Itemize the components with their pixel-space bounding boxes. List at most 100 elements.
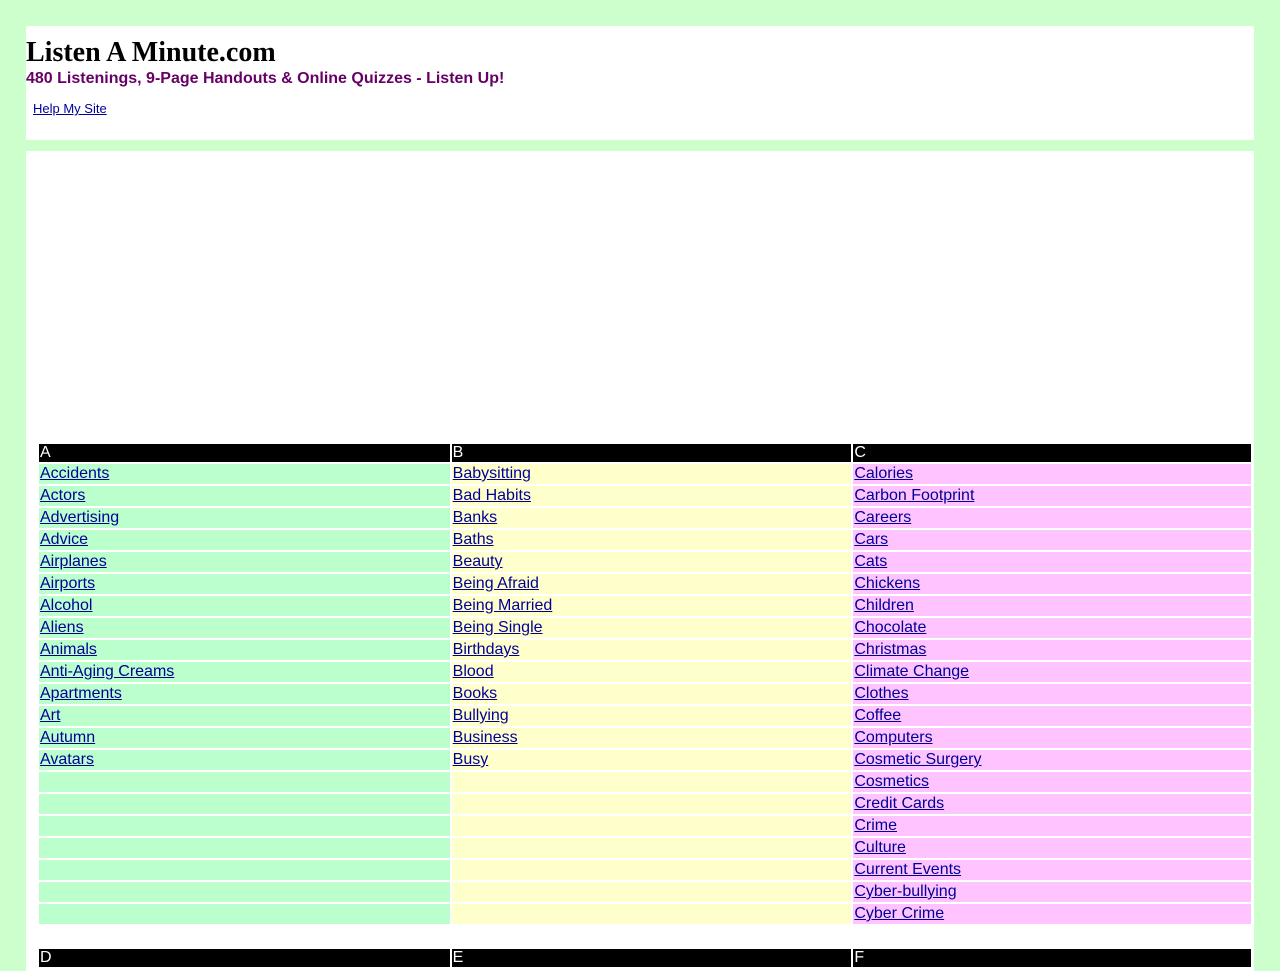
topic-link[interactable]: Avatars <box>40 751 94 768</box>
topic-cell <box>39 904 450 924</box>
topic-link[interactable]: Anti-Aging Creams <box>40 663 174 680</box>
topic-cell <box>39 882 450 902</box>
topic-link[interactable]: Art <box>40 707 60 724</box>
topic-link[interactable]: Actors <box>40 487 85 504</box>
topic-link[interactable]: Cosmetic Surgery <box>854 751 981 768</box>
topic-cell: Computers <box>853 728 1251 748</box>
topic-cell: Aliens <box>39 618 450 638</box>
topic-link[interactable]: Advertising <box>40 509 119 526</box>
topic-link[interactable]: Airplanes <box>40 553 107 570</box>
topic-cell: Advice <box>39 530 450 550</box>
letter-header-row: A B C <box>39 444 1251 462</box>
topic-link[interactable]: Baths <box>453 531 494 548</box>
topic-row: Anti-Aging Creams Blood Climate Change <box>39 662 1251 682</box>
topic-cell <box>39 816 450 836</box>
topic-link[interactable]: Cyber-bullying <box>854 883 956 900</box>
topic-cell: Anti-Aging Creams <box>39 662 450 682</box>
topic-row: Actors Bad Habits Carbon Footprint <box>39 486 1251 506</box>
topic-row: Autumn Business Computers <box>39 728 1251 748</box>
topic-link[interactable]: Animals <box>40 641 97 658</box>
topic-cell <box>451 816 852 836</box>
topic-link[interactable]: Chocolate <box>854 619 926 636</box>
topic-cell: Advertising <box>39 508 450 528</box>
topic-row: Animals Birthdays Christmas <box>39 640 1251 660</box>
topic-link[interactable]: Being Married <box>453 597 553 614</box>
topic-link[interactable]: Accidents <box>40 465 109 482</box>
topic-link[interactable]: Cyber Crime <box>854 905 944 922</box>
letter-header-e: E <box>451 949 852 967</box>
topic-cell: Alcohol <box>39 596 450 616</box>
topic-link[interactable]: Children <box>854 597 914 614</box>
letter-header-d: D <box>39 949 450 967</box>
topic-link[interactable]: Current Events <box>854 861 961 878</box>
topic-link[interactable]: Being Afraid <box>453 575 539 592</box>
topic-link[interactable]: Alcohol <box>40 597 92 614</box>
topic-link[interactable]: Beauty <box>453 553 503 570</box>
topic-cell: Beauty <box>451 552 852 572</box>
topic-row: Advice Baths Cars <box>39 530 1251 550</box>
topic-cell: Animals <box>39 640 450 660</box>
topic-cell: Autumn <box>39 728 450 748</box>
topic-link[interactable]: Aliens <box>40 619 84 636</box>
topic-link[interactable]: Airports <box>40 575 95 592</box>
topic-cell: Cyber-bullying <box>853 882 1251 902</box>
topic-cell: Art <box>39 706 450 726</box>
topic-link[interactable]: Careers <box>854 509 911 526</box>
topic-link[interactable]: Blood <box>453 663 494 680</box>
ad-space <box>26 151 1254 441</box>
topic-link[interactable]: Clothes <box>854 685 908 702</box>
topic-row: Alcohol Being Married Children <box>39 596 1251 616</box>
letter-header-f: F <box>853 949 1251 967</box>
topic-link[interactable]: Being Single <box>453 619 543 636</box>
letter-header-c: C <box>853 444 1251 462</box>
topic-cell: Actors <box>39 486 450 506</box>
topic-link[interactable]: Calories <box>854 465 913 482</box>
topic-cell: Being Single <box>451 618 852 638</box>
topic-cell: Busy <box>451 750 852 770</box>
topic-link[interactable]: Busy <box>453 751 489 768</box>
topic-link[interactable]: Cosmetics <box>854 773 929 790</box>
topic-link[interactable]: Business <box>453 729 518 746</box>
topic-link[interactable]: Chickens <box>854 575 920 592</box>
topic-cell: Credit Cards <box>853 794 1251 814</box>
topic-link[interactable]: Babysitting <box>453 465 531 482</box>
topic-link[interactable]: Climate Change <box>854 663 969 680</box>
topic-link[interactable]: Computers <box>854 729 932 746</box>
topic-cell: Cats <box>853 552 1251 572</box>
topics-table-abc: A B C Accidents Babysitting Calories Actors… <box>37 442 1253 926</box>
topic-cell <box>451 904 852 924</box>
topic-link[interactable]: Credit Cards <box>854 795 944 812</box>
topic-cell <box>39 794 450 814</box>
topic-link[interactable]: Christmas <box>854 641 926 658</box>
topic-link[interactable]: Bullying <box>453 707 509 724</box>
topic-link[interactable]: Carbon Footprint <box>854 487 974 504</box>
topic-link[interactable]: Advice <box>40 531 88 548</box>
topic-cell: Cars <box>853 530 1251 550</box>
topic-cell <box>39 772 450 792</box>
topic-link[interactable]: Cats <box>854 553 887 570</box>
topic-cell: Coffee <box>853 706 1251 726</box>
topic-row: Aliens Being Single Chocolate <box>39 618 1251 638</box>
topic-link[interactable]: Cars <box>854 531 888 548</box>
topic-cell <box>39 860 450 880</box>
topic-link[interactable]: Books <box>453 685 497 702</box>
topics-body: Accidents Babysitting Calories Actors Bad Ha… <box>39 464 1251 924</box>
topic-cell <box>451 772 852 792</box>
topic-link[interactable]: Apartments <box>40 685 122 702</box>
topic-cell: Cosmetic Surgery <box>853 750 1251 770</box>
topic-link[interactable]: Autumn <box>40 729 95 746</box>
topic-row: Accidents Babysitting Calories <box>39 464 1251 484</box>
site-tagline: 480 Listenings, 9-Page Handouts & Online… <box>26 70 505 87</box>
topic-cell: Avatars <box>39 750 450 770</box>
topic-row: Credit Cards <box>39 794 1251 814</box>
topic-link[interactable]: Crime <box>854 817 897 834</box>
topic-cell: Bullying <box>451 706 852 726</box>
topic-link[interactable]: Culture <box>854 839 906 856</box>
site-title: Listen A Minute.com <box>26 37 276 68</box>
help-my-site-link[interactable]: Help My Site <box>33 101 107 117</box>
topic-link[interactable]: Bad Habits <box>453 487 531 504</box>
topic-link[interactable]: Birthdays <box>453 641 520 658</box>
topic-link[interactable]: Banks <box>453 509 497 526</box>
topic-link[interactable]: Coffee <box>854 707 901 724</box>
topic-cell: Children <box>853 596 1251 616</box>
